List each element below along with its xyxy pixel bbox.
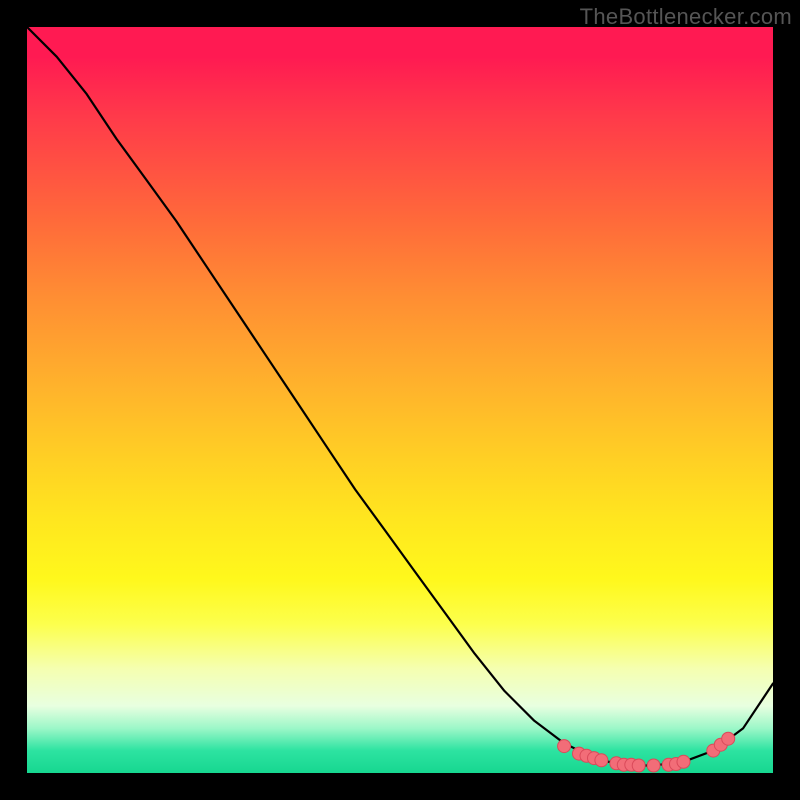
plot-area (27, 27, 773, 773)
curve-marker (595, 754, 608, 767)
curve-marker (647, 759, 660, 772)
bottleneck-curve (27, 27, 773, 766)
curve-marker (677, 755, 690, 768)
curve-marker (722, 732, 735, 745)
chart-frame: TheBottlenecker.com (0, 0, 800, 800)
watermark-text: TheBottlenecker.com (580, 4, 792, 30)
curve-marker (632, 759, 645, 772)
chart-overlay (27, 27, 773, 773)
curve-marker (558, 740, 571, 753)
